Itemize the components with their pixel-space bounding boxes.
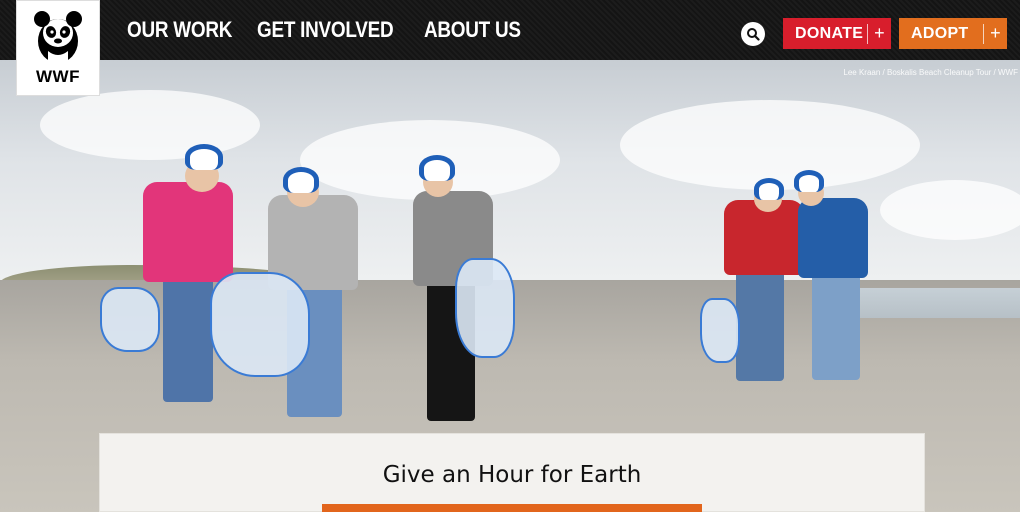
- photo-credit: Lee Kraan / Boskalis Beach Cleanup Tour …: [843, 68, 1018, 77]
- search-button[interactable]: [741, 22, 765, 46]
- nav-our-work[interactable]: OUR WORK: [127, 17, 232, 43]
- plus-icon: +: [983, 23, 1007, 44]
- cloud: [880, 180, 1020, 240]
- donate-label: DONATE: [795, 24, 864, 42]
- search-icon: [747, 28, 760, 41]
- panda-icon: [34, 11, 82, 63]
- nav-get-involved[interactable]: GET INVOLVED: [257, 17, 394, 43]
- cta-card: Give an Hour for Earth: [99, 433, 925, 512]
- donate-button[interactable]: DONATE +: [783, 18, 891, 49]
- nav-about-us[interactable]: ABOUT US: [424, 17, 521, 43]
- adopt-button[interactable]: ADOPT +: [899, 18, 1007, 49]
- volunteer-grey-hoodie: [210, 167, 375, 437]
- main-nav: OUR WORK GET INVOLVED ABOUT US: [127, 0, 536, 60]
- cta-title: Give an Hour for Earth: [382, 462, 642, 488]
- wwf-logo[interactable]: WWF: [16, 0, 100, 96]
- logo-text: WWF: [36, 67, 80, 86]
- sea-water: [860, 288, 1020, 318]
- plus-icon: +: [867, 23, 891, 44]
- adopt-label: ADOPT: [911, 24, 969, 42]
- cta-button[interactable]: [322, 504, 702, 512]
- volunteer-black-leggings: [405, 153, 515, 433]
- top-navigation-bar: WWF OUR WORK GET INVOLVED ABOUT US DONAT…: [0, 0, 1020, 96]
- volunteer-blue-jacket: [790, 170, 880, 390]
